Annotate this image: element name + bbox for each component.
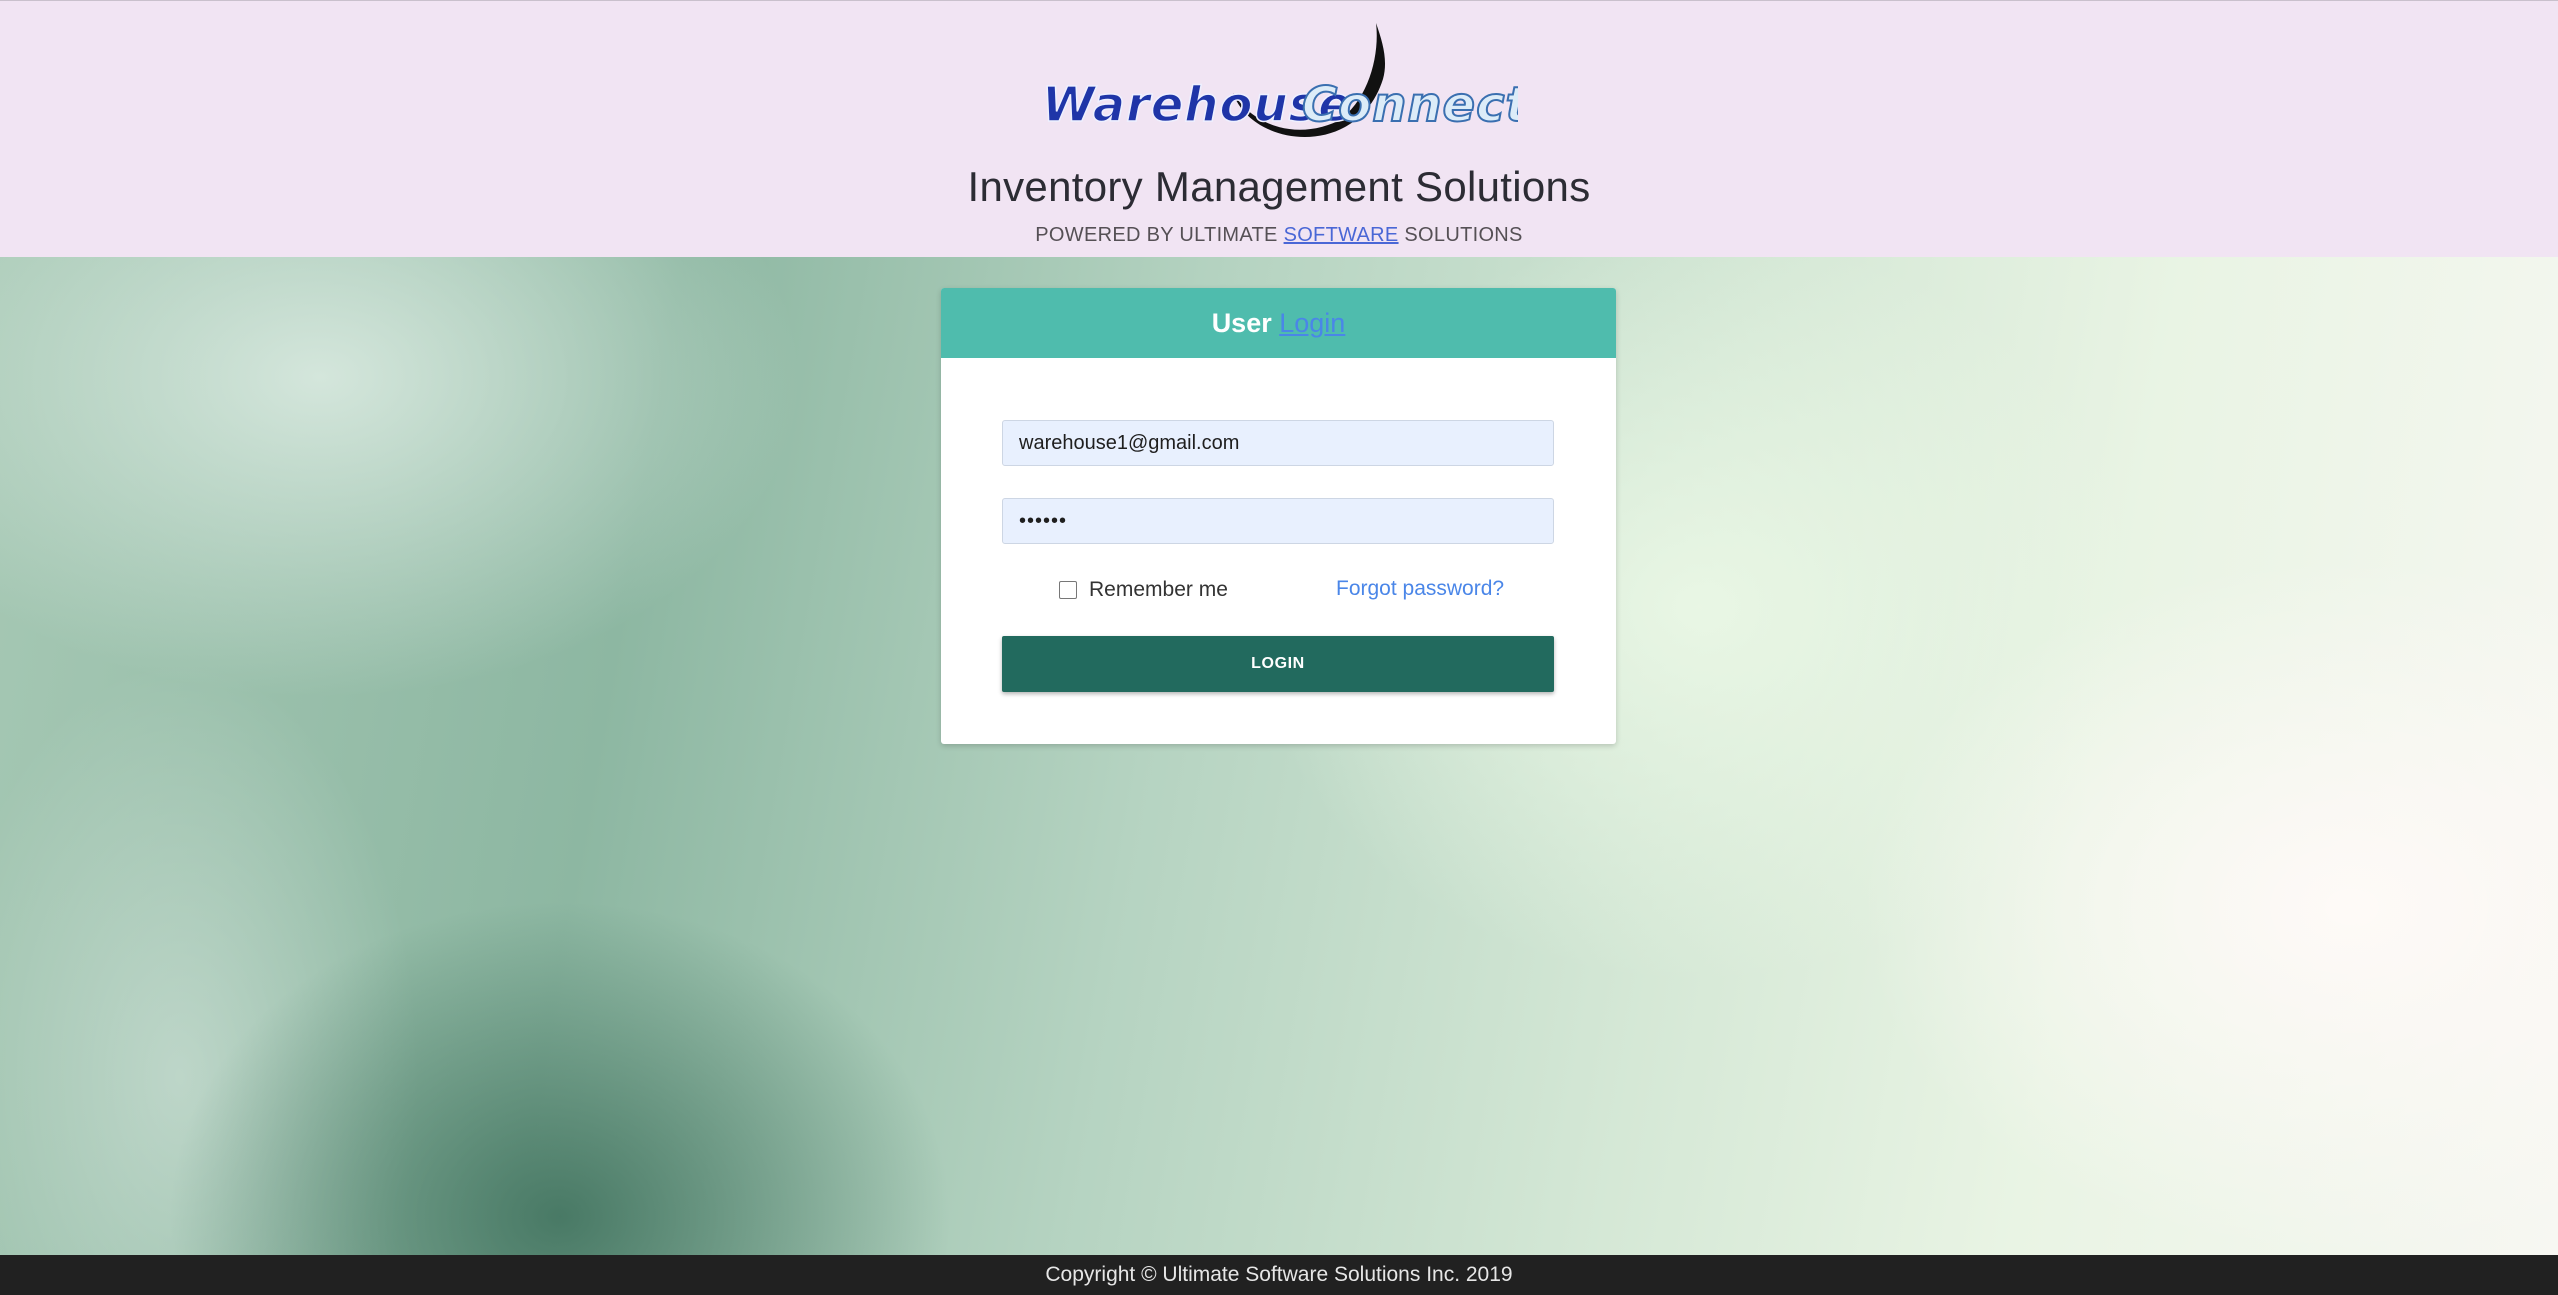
powered-by-line: POWERED BY ULTIMATE SOFTWARE SOLUTIONS [0, 224, 2558, 247]
powered-by-suffix: SOLUTIONS [1398, 224, 1523, 246]
login-title-link[interactable]: Login [1279, 308, 1345, 338]
copyright-text: Copyright © Ultimate Software Solutions … [1045, 1263, 1513, 1286]
login-card-header: User Login [941, 288, 1616, 358]
powered-by-prefix: POWERED BY ULTIMATE [1035, 224, 1284, 246]
password-field[interactable] [1002, 498, 1554, 544]
remember-me-label: Remember me [1089, 578, 1228, 601]
remember-me-toggle[interactable]: Remember me [1059, 578, 1228, 602]
software-link[interactable]: SOFTWARE [1284, 224, 1399, 246]
remember-me-checkbox[interactable] [1059, 581, 1077, 599]
page-footer: Copyright © Ultimate Software Solutions … [0, 1255, 2558, 1295]
email-field[interactable] [1002, 420, 1554, 466]
login-card: User Login Remember me Forgot password? … [941, 288, 1616, 744]
warehouseconnect-logo: Warehouse Connect [1038, 21, 1518, 156]
forgot-password-link[interactable]: Forgot password? [1336, 578, 1504, 600]
page-header: Warehouse Connect Inventory Management S… [0, 0, 2558, 257]
login-button[interactable]: LOGIN [1002, 636, 1554, 692]
logo-word-connect: Connect [1302, 77, 1518, 133]
login-card-title: User [1211, 308, 1280, 338]
page-tagline: Inventory Management Solutions [967, 163, 1591, 210]
